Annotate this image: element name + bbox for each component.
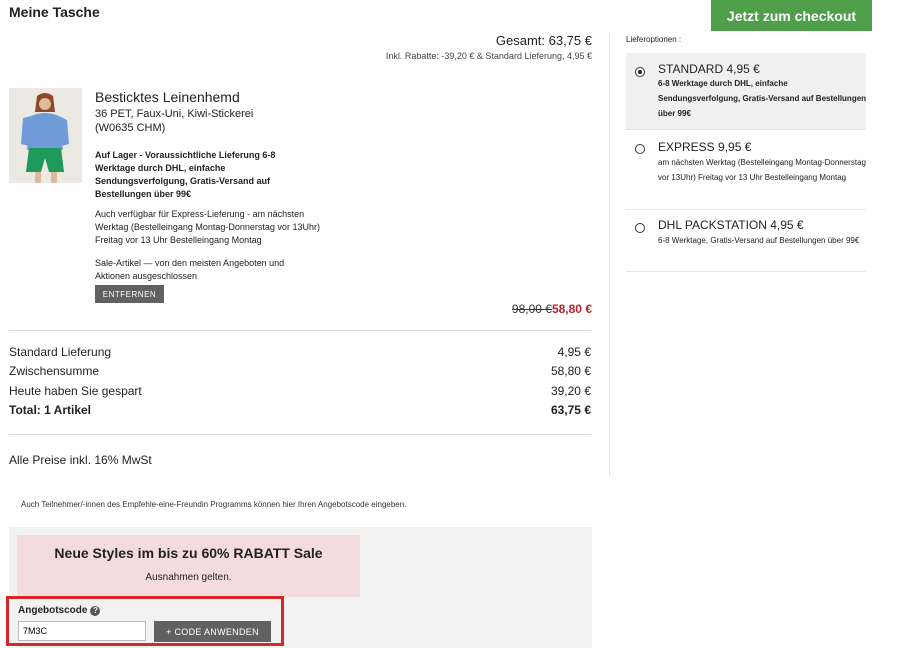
coupon-label-text: Angebotscode xyxy=(18,605,88,616)
checkout-button[interactable]: Jetzt zum checkout xyxy=(711,0,872,31)
product-sku: (W0635 CHM) xyxy=(95,122,166,134)
referral-note: Auch Teilnehmer/-innen des Empfehle-eine… xyxy=(21,500,407,509)
product-image[interactable] xyxy=(9,88,82,183)
sale-note: Sale-Artikel — von den meisten Angeboten… xyxy=(95,258,285,281)
summary-row: Heute haben Sie gespart 39,20 € xyxy=(9,384,591,403)
product-variant: 36 PET, Faux-Uni, Kiwi-Stickerei xyxy=(95,108,254,120)
radio-unselected[interactable] xyxy=(635,223,645,233)
shipping-option-standard[interactable]: STANDARD 4,95 € 6-8 Werktage durch DHL, … xyxy=(626,53,866,130)
summary-value: 39,20 € xyxy=(550,384,591,398)
coupon-label: Angebotscode ? xyxy=(18,605,101,616)
shipping-heading: Lieferoptionen : xyxy=(626,35,682,44)
summary-row: Standard Lieferung 4,95 € xyxy=(9,345,591,364)
product-description: 36 PET, Faux-Uni, Kiwi-Stickerei (W0635 … xyxy=(95,107,253,135)
summary-total-row: Total: 1 Artikel 63,75 € xyxy=(9,403,591,422)
shipping-option-desc: am nächsten Werktag (Bestelleingang Mont… xyxy=(658,158,866,182)
remove-button[interactable]: ENTFERNEN xyxy=(95,285,164,303)
product-name[interactable]: Besticktes Leinenhemd xyxy=(95,89,240,105)
radio-selected[interactable] xyxy=(635,67,645,77)
summary-label: Standard Lieferung xyxy=(9,345,112,359)
summary-value: 4,95 € xyxy=(557,345,591,359)
express-note: Auch verfügbar für Express-Lieferung - a… xyxy=(95,209,320,245)
order-total-subline: Inkl. Rabatte: -39,20 € & Standard Liefe… xyxy=(385,51,592,61)
shipping-option-title: EXPRESS 9,95 € xyxy=(658,140,752,154)
vat-note: Alle Preise inkl. 16% MwSt xyxy=(9,453,152,467)
promo-title: Neue Styles im bis zu 60% RABATT Sale xyxy=(54,545,323,561)
shipping-option-desc: 6-8 Werktage, Gratis-Versand auf Bestell… xyxy=(658,236,860,245)
order-total: Gesamt: 63,75 € xyxy=(495,33,592,48)
shipping-option-title: DHL PACKSTATION 4,95 € xyxy=(658,218,804,232)
summary-label: Zwischensumme xyxy=(9,364,100,378)
summary-value: 58,80 € xyxy=(550,364,591,378)
product-price: 98,00 €58,80 € xyxy=(512,302,592,316)
summary-label: Heute haben Sie gespart xyxy=(9,384,142,398)
page-title: Meine Tasche xyxy=(9,4,100,20)
apply-code-button[interactable]: + CODE ANWENDEN xyxy=(154,621,271,642)
column-divider xyxy=(609,34,610,476)
divider xyxy=(9,330,591,331)
summary-label: Total: 1 Artikel xyxy=(9,403,92,417)
help-icon[interactable]: ? xyxy=(90,605,101,616)
stock-status: Auf Lager - Voraussichtliche Lieferung 6… xyxy=(95,150,276,199)
sale-price: 58,80 € xyxy=(551,302,592,316)
summary-value: 63,75 € xyxy=(550,403,591,417)
shipping-option-title: STANDARD 4,95 € xyxy=(658,62,760,76)
divider xyxy=(9,434,591,435)
shipping-option-desc: 6-8 Werktage durch DHL, einfache Sendung… xyxy=(658,79,867,118)
shipping-option-packstation[interactable]: DHL PACKSTATION 4,95 € 6-8 Werktage, Gra… xyxy=(626,210,866,272)
coupon-code-input[interactable] xyxy=(18,621,146,641)
shipping-option-express[interactable]: EXPRESS 9,95 € am nächsten Werktag (Best… xyxy=(626,130,866,210)
summary-row: Zwischensumme 58,80 € xyxy=(9,364,591,383)
radio-unselected[interactable] xyxy=(635,144,645,154)
original-price: 98,00 € xyxy=(511,302,552,316)
promo-banner[interactable]: Neue Styles im bis zu 60% RABATT Sale Au… xyxy=(17,535,360,597)
promo-note: Ausnahmen gelten. xyxy=(145,572,232,583)
